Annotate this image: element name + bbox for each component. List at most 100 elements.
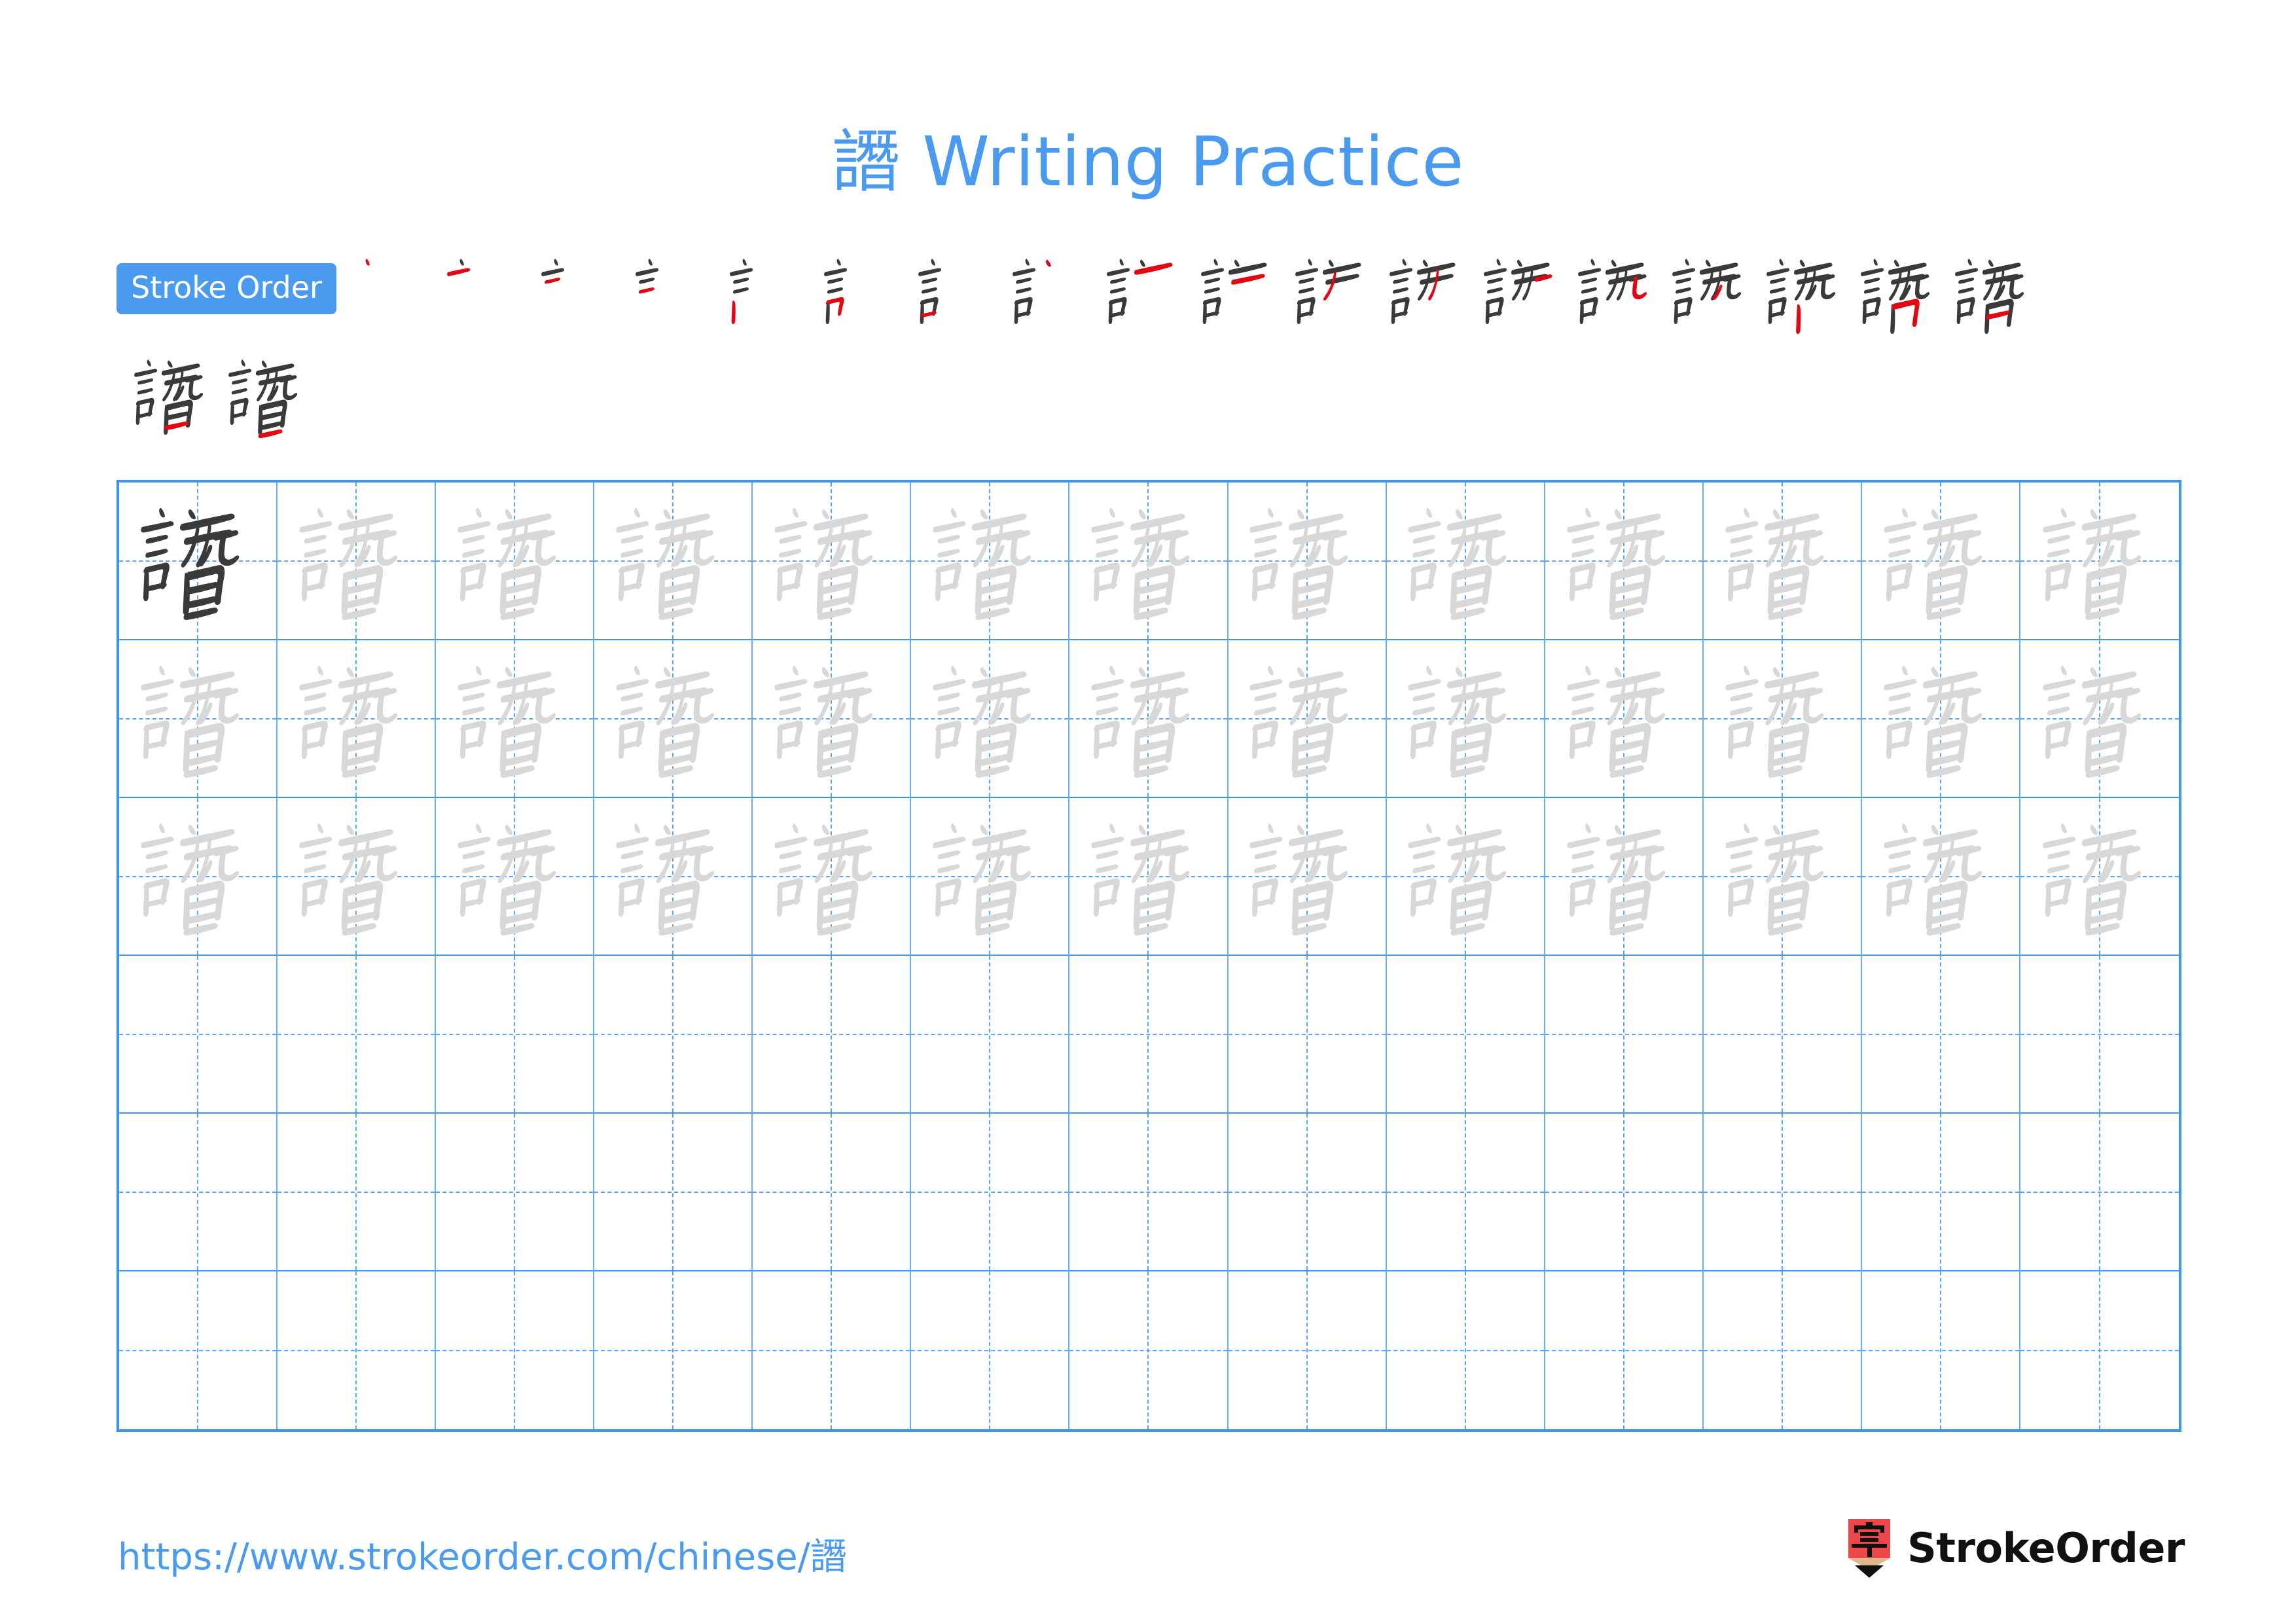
practice-cell-r2-c5[interactable]	[753, 640, 912, 798]
trace-character	[1862, 640, 2019, 797]
practice-cell-r2-c4[interactable]	[594, 640, 753, 798]
trace-character	[278, 640, 435, 797]
practice-cell-r5-c1[interactable]	[119, 1114, 278, 1271]
stroke-step-13	[1477, 249, 1571, 343]
trace-character	[1545, 483, 1702, 639]
practice-cell-r5-c2[interactable]	[278, 1114, 437, 1271]
practice-cell-r5-c10[interactable]	[1545, 1114, 1704, 1271]
practice-cell-r6-c2[interactable]	[278, 1271, 437, 1429]
practice-cell-r6-c5[interactable]	[753, 1271, 912, 1429]
practice-cell-r6-c8[interactable]	[1229, 1271, 1387, 1429]
practice-cell-r2-c10[interactable]	[1545, 640, 1704, 798]
stroke-step-7	[911, 249, 1005, 343]
practice-cell-r6-c13[interactable]	[2020, 1271, 2179, 1429]
practice-cell-r1-c5[interactable]	[753, 483, 912, 640]
practice-cell-r6-c3[interactable]	[436, 1271, 595, 1429]
practice-cell-r3-c6[interactable]	[911, 798, 1070, 956]
practice-cell-r6-c1[interactable]	[119, 1271, 278, 1429]
source-url[interactable]: https://www.strokeorder.com/chinese/譖	[118, 1527, 847, 1580]
practice-cell-r2-c2[interactable]	[278, 640, 437, 798]
practice-cell-r4-c9[interactable]	[1386, 956, 1545, 1114]
practice-cell-r1-c2[interactable]	[278, 483, 437, 640]
practice-cell-r4-c11[interactable]	[1703, 956, 1862, 1114]
practice-cell-r3-c9[interactable]	[1386, 798, 1545, 956]
practice-cell-r5-c9[interactable]	[1386, 1114, 1545, 1271]
practice-cell-r4-c6[interactable]	[911, 956, 1070, 1114]
practice-cell-r1-c1[interactable]	[119, 483, 278, 640]
practice-cell-r2-c1[interactable]	[119, 640, 278, 798]
practice-cell-r5-c13[interactable]	[2020, 1114, 2179, 1271]
practice-cell-r6-c11[interactable]	[1704, 1271, 1862, 1429]
practice-cell-r1-c6[interactable]	[911, 483, 1070, 640]
practice-cell-r5-c5[interactable]	[753, 1114, 912, 1271]
practice-grid	[117, 480, 2181, 1432]
trace-character	[2020, 798, 2179, 955]
practice-cell-r3-c12[interactable]	[1861, 798, 2020, 956]
stroke-step-16	[1759, 249, 1854, 343]
practice-cell-r5-c4[interactable]	[594, 1114, 753, 1271]
stroke-step-1	[346, 249, 440, 343]
practice-cell-r4-c7[interactable]	[1069, 956, 1229, 1114]
trace-character	[1069, 483, 1227, 639]
practice-cell-r1-c3[interactable]	[436, 483, 595, 640]
practice-cell-r6-c10[interactable]	[1545, 1271, 1704, 1429]
practice-cell-r3-c4[interactable]	[594, 798, 753, 956]
practice-cell-r1-c9[interactable]	[1386, 483, 1545, 640]
practice-cell-r2-c13[interactable]	[2020, 640, 2179, 798]
practice-cell-r4-c12[interactable]	[1861, 956, 2020, 1114]
practice-cell-r1-c12[interactable]	[1861, 483, 2020, 640]
practice-cell-r3-c2[interactable]	[278, 798, 437, 956]
stroke-step-4	[628, 249, 723, 343]
trace-character	[1704, 640, 1861, 797]
practice-cell-r2-c9[interactable]	[1386, 640, 1545, 798]
practice-cell-r2-c6[interactable]	[911, 640, 1070, 798]
practice-cell-r3-c11[interactable]	[1703, 798, 1862, 956]
practice-cell-r5-c3[interactable]	[436, 1114, 595, 1271]
practice-cell-r6-c12[interactable]	[1862, 1271, 2020, 1429]
practice-cell-r6-c6[interactable]	[911, 1271, 1070, 1429]
practice-cell-r2-c3[interactable]	[436, 640, 595, 798]
practice-cell-r5-c12[interactable]	[1861, 1114, 2020, 1271]
practice-cell-r6-c4[interactable]	[594, 1271, 753, 1429]
practice-cell-r5-c8[interactable]	[1228, 1114, 1387, 1271]
practice-cell-r3-c8[interactable]	[1228, 798, 1387, 956]
practice-cell-r2-c7[interactable]	[1069, 640, 1229, 798]
practice-cell-r6-c7[interactable]	[1069, 1271, 1229, 1429]
practice-cell-r1-c8[interactable]	[1228, 483, 1387, 640]
practice-cell-r4-c13[interactable]	[2020, 956, 2179, 1114]
practice-cell-r4-c8[interactable]	[1228, 956, 1387, 1114]
trace-character	[753, 798, 910, 955]
practice-cell-r3-c7[interactable]	[1069, 798, 1229, 956]
practice-cell-r4-c4[interactable]	[594, 956, 753, 1114]
practice-cell-r3-c3[interactable]	[436, 798, 595, 956]
practice-cell-r1-c10[interactable]	[1545, 483, 1704, 640]
practice-cell-r4-c1[interactable]	[119, 956, 278, 1114]
practice-cell-r1-c4[interactable]	[594, 483, 753, 640]
stroke-order-section: Stroke Order	[117, 249, 2185, 444]
stroke-step-9	[1100, 249, 1194, 343]
stroke-step-17	[1854, 249, 1948, 343]
practice-cell-r1-c13[interactable]	[2020, 483, 2179, 640]
stroke-step-8	[1005, 249, 1100, 343]
practice-cell-r3-c13[interactable]	[2020, 798, 2179, 956]
practice-cell-r3-c1[interactable]	[119, 798, 278, 956]
practice-cell-r2-c8[interactable]	[1228, 640, 1387, 798]
practice-cell-r5-c11[interactable]	[1703, 1114, 1862, 1271]
practice-cell-r4-c5[interactable]	[753, 956, 912, 1114]
practice-cell-r6-c9[interactable]	[1387, 1271, 1545, 1429]
practice-cell-r5-c6[interactable]	[911, 1114, 1070, 1271]
practice-cell-r4-c3[interactable]	[436, 956, 595, 1114]
trace-character	[1704, 483, 1861, 639]
practice-cell-r3-c5[interactable]	[753, 798, 912, 956]
practice-cell-r1-c7[interactable]	[1069, 483, 1229, 640]
practice-cell-r3-c10[interactable]	[1545, 798, 1704, 956]
practice-cell-r4-c10[interactable]	[1545, 956, 1704, 1114]
practice-cell-r2-c12[interactable]	[1861, 640, 2020, 798]
practice-cell-r5-c7[interactable]	[1069, 1114, 1229, 1271]
stroke-step-10	[1194, 249, 1288, 343]
practice-cell-r4-c2[interactable]	[278, 956, 437, 1114]
stroke-step-3	[534, 249, 628, 343]
practice-cell-r1-c11[interactable]	[1703, 483, 1862, 640]
practice-cell-r2-c11[interactable]	[1703, 640, 1862, 798]
trace-character	[1229, 483, 1386, 639]
